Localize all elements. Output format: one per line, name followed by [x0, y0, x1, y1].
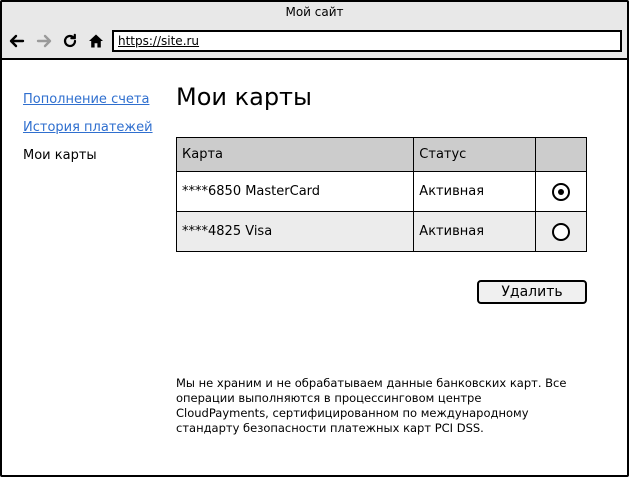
column-header-card: Карта [175, 137, 415, 172]
home-icon[interactable] [87, 32, 105, 50]
card-status: Активная [413, 211, 537, 252]
card-number: ****6850 MasterCard [175, 171, 415, 212]
column-header-status: Статус [413, 137, 537, 172]
card-select-radio[interactable] [552, 182, 571, 201]
window-title: Мой сайт [2, 2, 627, 24]
sidebar-item-my-cards: Мои карты [23, 148, 97, 163]
table-row[interactable]: ****6850 MasterCard Активная [175, 171, 587, 212]
delete-button[interactable]: Удалить [477, 280, 587, 304]
card-select-radio[interactable] [552, 222, 571, 241]
page-title: Мои карты [176, 83, 312, 111]
browser-toolbar: https://site.ru [2, 24, 627, 60]
sidebar: Пополнение счета История платежей Мои ка… [23, 91, 163, 175]
arrow-right-icon[interactable] [35, 32, 53, 50]
table-header-row: Карта Статус [175, 137, 587, 172]
table-row[interactable]: ****4825 Visa Активная [175, 211, 587, 252]
browser-window: Мой сайт https://site.ru Пополнение счет… [0, 0, 629, 477]
sidebar-item-payment-history[interactable]: История платежей [23, 119, 163, 147]
security-disclaimer: Мы не храним и не обрабатываем данные ба… [176, 376, 567, 435]
arrow-left-icon[interactable] [8, 32, 26, 50]
cards-table: Карта Статус ****6850 MasterCard Активна… [175, 137, 587, 252]
card-number: ****4825 Visa [175, 211, 415, 252]
reload-icon[interactable] [61, 32, 79, 50]
column-header-select [535, 137, 587, 172]
url-input[interactable]: https://site.ru [112, 30, 622, 52]
sidebar-item-top-up[interactable]: Пополнение счета [23, 91, 163, 119]
card-status: Активная [413, 171, 537, 212]
